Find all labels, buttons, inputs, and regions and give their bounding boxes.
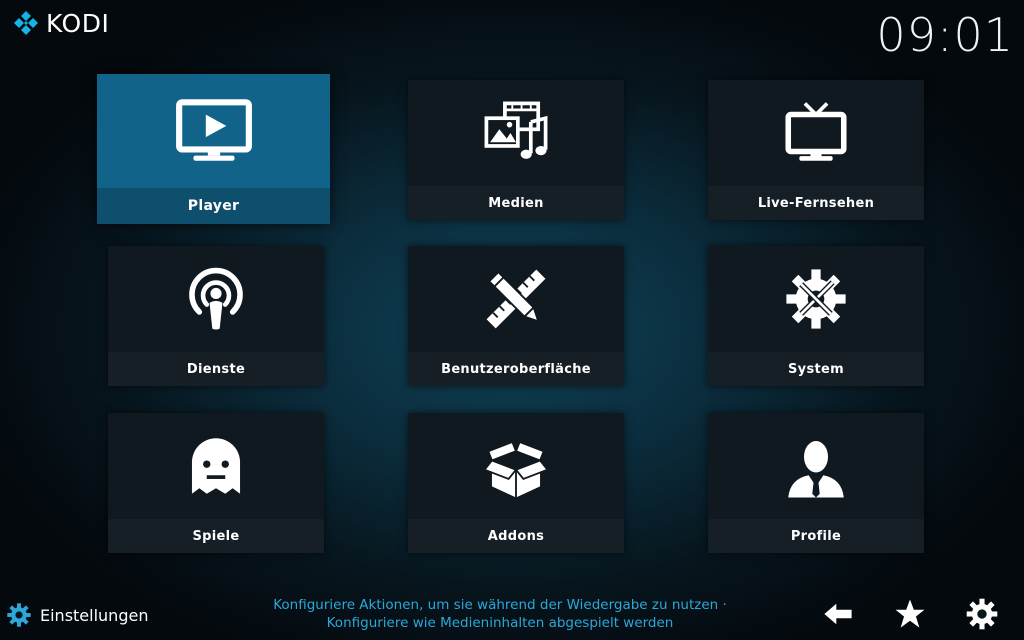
kodi-logo: KODI (12, 9, 109, 38)
gear-icon (966, 598, 998, 630)
tile-spiele[interactable]: Spiele (108, 413, 324, 553)
tile-label: Medien (408, 186, 624, 220)
gear-icon (7, 603, 31, 627)
star-icon (895, 599, 925, 628)
settings-label: Einstellungen (40, 605, 149, 625)
back-button[interactable] (820, 596, 856, 632)
tv-play-icon (175, 99, 252, 161)
arrow-left-icon (824, 603, 852, 625)
media-icon (484, 101, 548, 159)
tile-label: Benutzeroberfläche (408, 352, 624, 386)
tile-label: Player (97, 188, 330, 224)
help-text: Konfiguriere Aktionen, um sie während de… (240, 596, 760, 632)
tile-benutzeroberflaeche[interactable]: Benutzeroberfläche (408, 246, 624, 386)
help-line-1: Konfiguriere Aktionen, um sie während de… (273, 597, 727, 613)
box-icon (483, 440, 549, 498)
tile-label: Profile (708, 519, 924, 553)
tv-antenna-icon (785, 102, 847, 161)
settings-button[interactable]: Einstellungen (6, 602, 148, 628)
tile-profile[interactable]: Profile (708, 413, 924, 553)
tile-system[interactable]: System (708, 246, 924, 386)
podcast-icon (189, 267, 243, 330)
kodi-logo-icon (14, 10, 38, 35)
power-settings-button[interactable] (964, 596, 1000, 632)
tile-label: Spiele (108, 519, 324, 553)
tile-medien[interactable]: Medien (408, 80, 624, 220)
tile-addons[interactable]: Addons (408, 413, 624, 553)
tile-label: Live-Fernsehen (708, 186, 924, 220)
logo-text: KODI (46, 9, 110, 38)
favourites-button[interactable] (892, 596, 928, 632)
tile-label: Dienste (108, 352, 324, 386)
tile-label: Addons (408, 519, 624, 553)
tile-live-fernsehen[interactable]: Live-Fernsehen (708, 80, 924, 220)
tile-dienste[interactable]: Dienste (108, 246, 324, 386)
ghost-icon (191, 438, 241, 494)
help-line-2: Konfiguriere wie Medieninhalten abgespie… (326, 615, 674, 631)
pencil-ruler-icon (486, 269, 546, 329)
clock: 09:01 (876, 8, 1014, 62)
tile-player[interactable]: Player (97, 74, 330, 224)
user-icon (788, 441, 844, 498)
tile-label: System (708, 352, 924, 386)
gear-tools-icon (786, 269, 846, 329)
